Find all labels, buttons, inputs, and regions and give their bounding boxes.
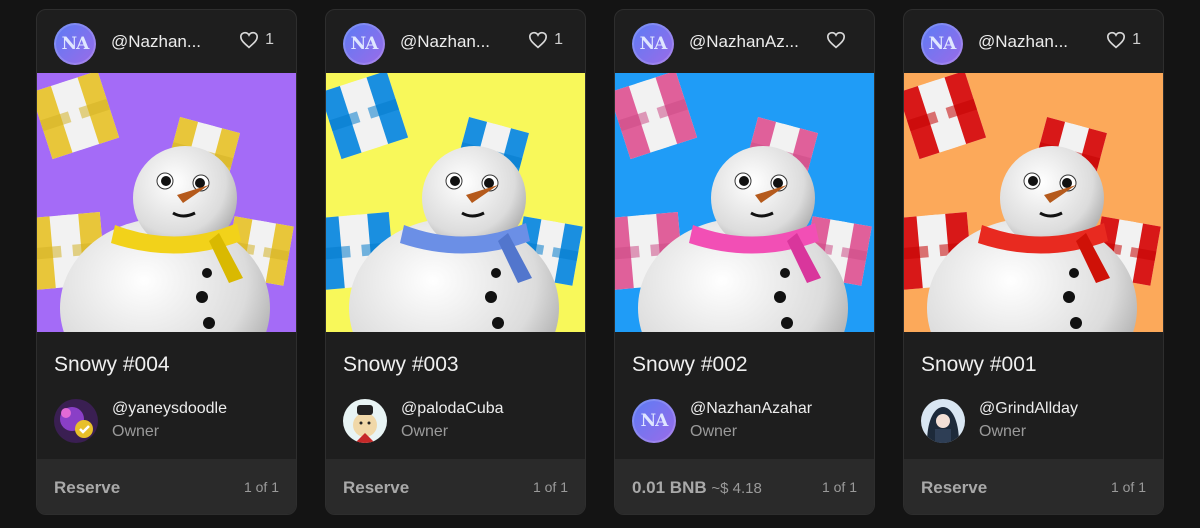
card-footer: Reserve 1 of 1 <box>904 459 1163 514</box>
heart-icon <box>826 31 846 49</box>
like-count: 1 <box>265 31 274 48</box>
price-label: Reserve <box>921 478 988 497</box>
nft-card-snowy-003[interactable]: NA @Nazhan... 1 Snowy #003 @palodaCuba O… <box>325 9 586 515</box>
creator-handle[interactable]: @Nazhan... <box>111 32 201 52</box>
creator-avatar[interactable]: NA <box>632 23 674 65</box>
like-button[interactable]: 1 <box>1106 31 1141 49</box>
card-header: NA @NazhanAz... <box>615 10 874 73</box>
card-footer: 0.01 BNB ~$ 4.18 1 of 1 <box>615 459 874 514</box>
owner-avatar[interactable] <box>343 399 387 443</box>
owner-role-label: Owner <box>690 423 738 440</box>
creator-avatar[interactable]: NA <box>921 23 963 65</box>
owner-handle[interactable]: @palodaCuba <box>401 400 504 418</box>
artwork-image[interactable] <box>904 73 1163 332</box>
edition-count: 1 of 1 <box>1110 479 1146 495</box>
price-label: Reserve <box>343 478 410 497</box>
price-label: 0.01 BNB ~$ 4.18 <box>632 478 762 497</box>
artwork-image[interactable] <box>615 73 874 332</box>
owner-avatar[interactable] <box>54 399 98 443</box>
owner-role-label: Owner <box>112 423 160 440</box>
edition-count: 1 of 1 <box>821 479 857 495</box>
like-count: 1 <box>1132 31 1141 48</box>
nft-title[interactable]: Snowy #003 <box>343 353 459 377</box>
card-header: NA @Nazhan... 1 <box>326 10 585 73</box>
like-count: 1 <box>554 31 563 48</box>
creator-handle[interactable]: @Nazhan... <box>400 32 490 52</box>
edition-count: 1 of 1 <box>532 479 568 495</box>
owner-handle[interactable]: @NazhanAzahar <box>690 400 812 418</box>
artwork-image[interactable] <box>326 73 585 332</box>
card-header: NA @Nazhan... 1 <box>904 10 1163 73</box>
creator-handle[interactable]: @Nazhan... <box>978 32 1068 52</box>
like-button[interactable] <box>826 31 852 49</box>
owner-role-label: Owner <box>401 423 449 440</box>
card-footer: Reserve 1 of 1 <box>37 459 296 514</box>
nft-title[interactable]: Snowy #002 <box>632 353 748 377</box>
heart-icon <box>529 31 548 49</box>
edition-count: 1 of 1 <box>243 479 279 495</box>
owner-avatar[interactable]: NA <box>632 399 676 443</box>
nft-title[interactable]: Snowy #004 <box>54 353 170 377</box>
owner-role-label: Owner <box>979 423 1027 440</box>
creator-avatar[interactable]: NA <box>54 23 96 65</box>
like-button[interactable]: 1 <box>528 31 563 49</box>
creator-handle[interactable]: @NazhanAz... <box>689 32 799 52</box>
nft-card-snowy-002[interactable]: NA @NazhanAz... Snowy #002 NA @NazhanAza… <box>614 9 875 515</box>
card-header: NA @Nazhan... 1 <box>37 10 296 73</box>
nft-title[interactable]: Snowy #001 <box>921 353 1037 377</box>
card-footer: Reserve 1 of 1 <box>326 459 585 514</box>
nft-card-snowy-004[interactable]: NA @Nazhan... 1 Snowy #004 @yaneysdoodle… <box>36 9 297 515</box>
like-button[interactable]: 1 <box>239 31 274 49</box>
creator-avatar[interactable]: NA <box>343 23 385 65</box>
artwork-image[interactable] <box>37 73 296 332</box>
heart-icon <box>1107 31 1126 49</box>
owner-avatar[interactable] <box>921 399 965 443</box>
nft-card-snowy-001[interactable]: NA @Nazhan... 1 Snowy #001 @GrindAllday … <box>903 9 1164 515</box>
owner-handle[interactable]: @yaneysdoodle <box>112 400 227 418</box>
price-label: Reserve <box>54 478 121 497</box>
heart-icon <box>240 31 259 49</box>
owner-handle[interactable]: @GrindAllday <box>979 400 1078 418</box>
